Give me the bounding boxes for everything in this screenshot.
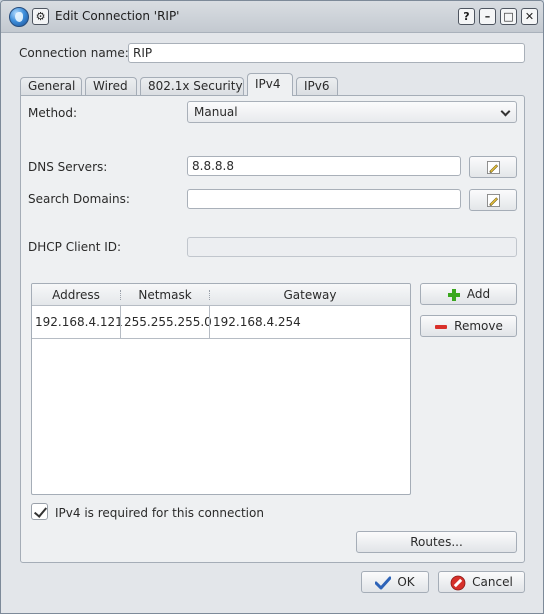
method-label: Method: (28, 106, 78, 120)
ok-button-label: OK (397, 575, 415, 589)
column-header-netmask[interactable]: Netmask (121, 284, 209, 306)
method-select[interactable]: Manual (187, 101, 517, 123)
column-header-address[interactable]: Address (32, 284, 120, 306)
gear-icon: ⚙ (35, 10, 46, 23)
search-domains-field[interactable] (187, 189, 461, 209)
ok-button[interactable]: OK (361, 571, 429, 593)
table-row[interactable]: 192.168.4.121 255.255.255.0 192.168.4.25… (32, 306, 410, 339)
routes-button[interactable]: Routes... (356, 531, 517, 553)
plus-icon (447, 288, 460, 301)
add-button-label: Add (466, 287, 491, 301)
pencil-icon (487, 161, 500, 174)
window-title: Edit Connection 'RIP' (55, 9, 180, 23)
ipv4-required-label: IPv4 is required for this connection (55, 506, 264, 520)
tab-wired-label: Wired (93, 79, 128, 93)
ipv4-required-checkbox[interactable] (31, 503, 48, 520)
remove-button[interactable]: Remove (420, 315, 517, 337)
window-menu-button[interactable]: ⚙ (32, 8, 49, 25)
edit-connection-window: ⚙ Edit Connection 'RIP' ? – □ ✕ Connecti… (0, 0, 544, 614)
edit-search-domains-button[interactable] (469, 189, 517, 211)
title-bar: ⚙ Edit Connection 'RIP' ? – □ ✕ (1, 1, 543, 33)
cancel-button[interactable]: Cancel (438, 571, 525, 593)
dns-servers-field[interactable]: 8.8.8.8 (187, 156, 461, 176)
cell-address[interactable]: 192.168.4.121 (32, 306, 123, 339)
remove-button-label: Remove (454, 319, 503, 333)
dhcp-client-id-label: DHCP Client ID: (28, 240, 122, 254)
edit-dns-button[interactable] (469, 156, 517, 178)
method-value: Manual (194, 105, 238, 119)
tab-ipv4-label: IPv4 (255, 77, 281, 91)
connection-name-field[interactable]: RIP (128, 43, 525, 63)
tab-wired[interactable]: Wired (85, 77, 137, 96)
tab-ipv6[interactable]: IPv6 (296, 77, 338, 96)
maximize-button[interactable]: □ (500, 8, 517, 25)
tab-ipv4[interactable]: IPv4 (247, 73, 293, 96)
cell-gateway[interactable]: 192.168.4.254 (210, 306, 410, 339)
close-button[interactable]: ✕ (521, 8, 538, 25)
address-table[interactable]: Address Netmask Gateway 192.168.4.121 25… (31, 283, 411, 495)
add-button[interactable]: Add (420, 283, 517, 305)
tab-8021x-security[interactable]: 802.1x Security (140, 77, 244, 96)
column-header-gateway[interactable]: Gateway (210, 284, 410, 306)
globe-icon (9, 7, 29, 27)
tab-general[interactable]: General (20, 77, 82, 96)
dhcp-client-id-field[interactable] (187, 237, 517, 257)
pencil-icon (487, 194, 500, 207)
cancel-icon (450, 575, 466, 590)
cancel-button-label: Cancel (472, 575, 513, 589)
tab-ipv6-label: IPv6 (304, 79, 330, 93)
tab-8021x-security-label: 802.1x Security (148, 79, 243, 93)
minus-icon (435, 324, 448, 329)
table-header: Address Netmask Gateway (32, 284, 410, 306)
chevron-down-icon (500, 106, 511, 117)
help-button[interactable]: ? (458, 8, 475, 25)
dns-servers-label: DNS Servers: (28, 160, 108, 174)
cell-netmask[interactable]: 255.255.255.0 (121, 306, 212, 339)
routes-button-label: Routes... (410, 535, 463, 549)
minimize-button[interactable]: – (479, 8, 496, 25)
tab-general-label: General (28, 79, 76, 93)
checkmark-icon (375, 576, 392, 589)
search-domains-label: Search Domains: (28, 192, 130, 206)
connection-name-label: Connection name: (19, 46, 129, 60)
